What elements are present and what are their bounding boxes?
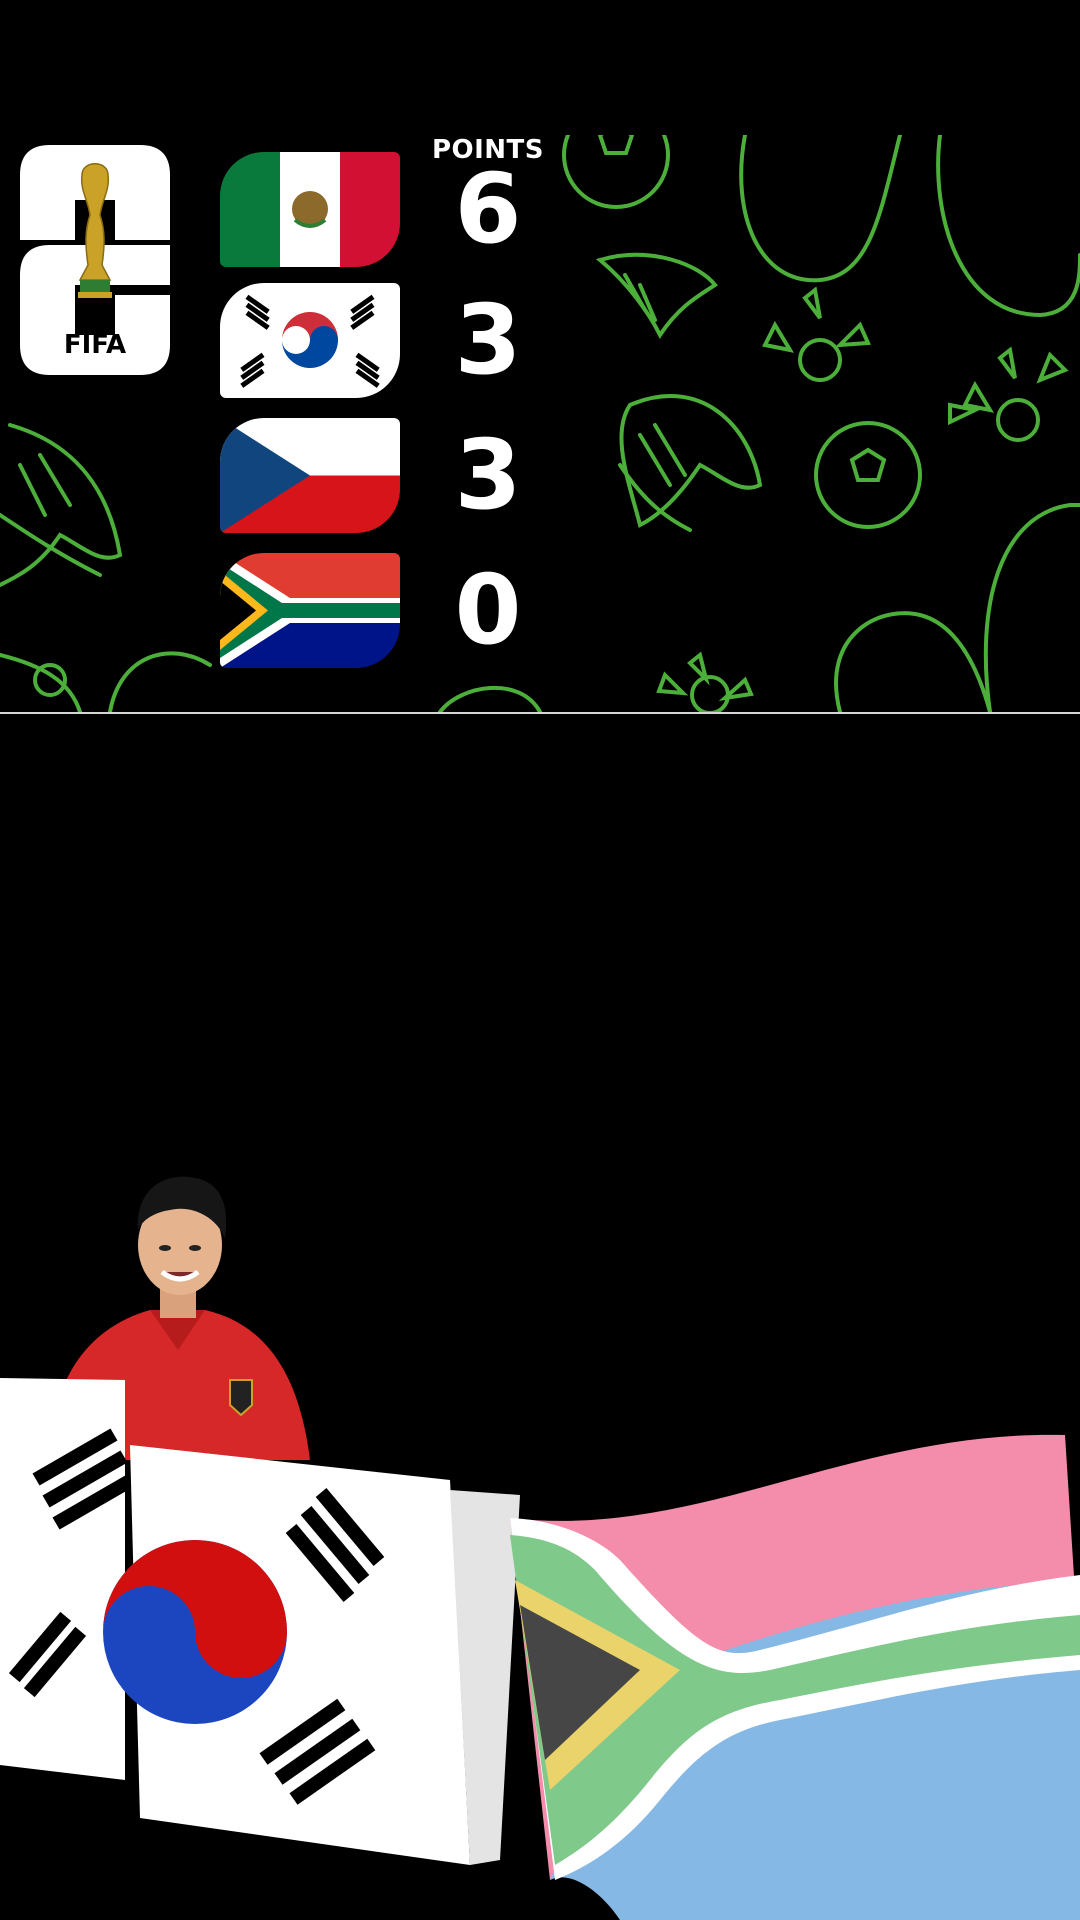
- mexico-flag-icon: [220, 152, 400, 267]
- points-czechia: 3: [454, 419, 522, 531]
- south-africa-flag-waving-icon: [510, 1434, 1080, 1920]
- points-south-korea: 3: [454, 284, 522, 396]
- korea-flag-left-icon: [0, 1378, 138, 1780]
- standings-panel: FIFA POINTS 6 3 3 0: [0, 135, 1080, 714]
- fifa-world-cup-26-logo: FIFA: [20, 145, 170, 375]
- waving-flags: [0, 1378, 1080, 1920]
- korea-flag-center-icon: [103, 1445, 520, 1865]
- points-south-africa: 0: [454, 554, 522, 666]
- south-korea-flag-icon: [220, 283, 400, 398]
- czechia-flag-icon: [220, 418, 400, 533]
- points-mexico: 6: [454, 153, 522, 265]
- fifa-wordmark: FIFA: [64, 330, 126, 360]
- south-africa-flag-icon: [220, 553, 400, 668]
